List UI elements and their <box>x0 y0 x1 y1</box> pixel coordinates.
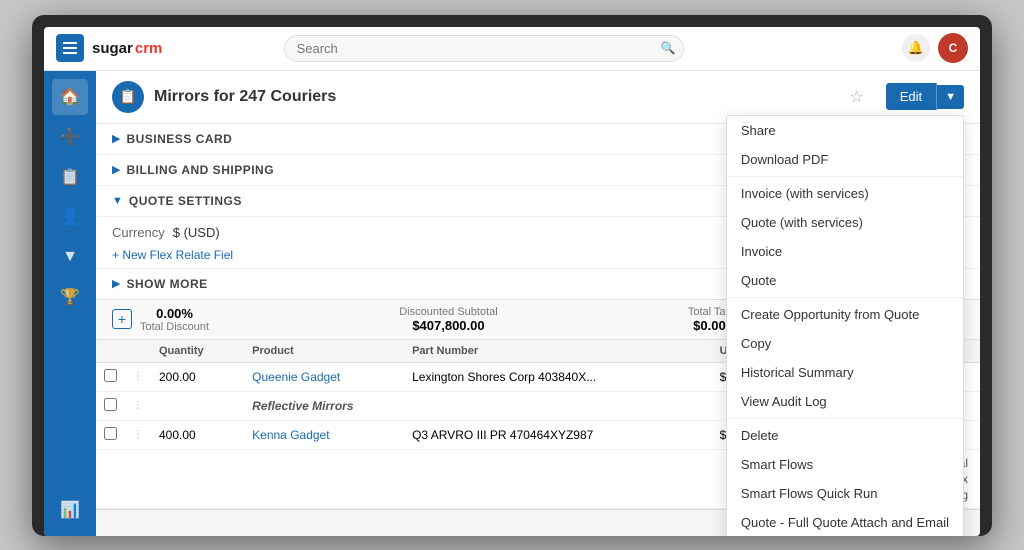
hamburger-button[interactable] <box>56 34 84 62</box>
user-avatar-button[interactable]: C <box>938 33 968 63</box>
add-line-group-button[interactable]: + <box>112 309 132 329</box>
row1-drag: ⋮ <box>125 362 151 391</box>
favorite-star-icon[interactable]: ☆ <box>849 87 863 107</box>
dropdown-item-smart-flows[interactable]: Smart Flows <box>727 450 963 479</box>
currency-label: Currency <box>112 225 165 240</box>
row3-part-number: Q3 ARVRO III PR 470464XYZ987 <box>404 420 712 449</box>
total-discount-cell: 0.00% Total Discount <box>140 306 209 333</box>
chevron-down-icon: ▼ <box>112 195 123 207</box>
dropdown-item-quote-full[interactable]: Quote - Full Quote Attach and Email <box>727 508 963 536</box>
sidebar-item-accounts[interactable]: 📋 <box>52 159 88 195</box>
monitor-frame: sugarcrm 🔍 🔔 C 🏠 ➕ 📋 👤 ▼ 🏆 📊 <box>32 15 992 536</box>
content-area: 📋 Mirrors for 247 Couriers ☆ Edit ▼ ▶ BU… <box>96 71 980 536</box>
edit-button-group: Edit ▼ <box>886 83 964 110</box>
dropdown-menu: Share Download PDF Invoice (with service… <box>726 115 964 536</box>
row3-product: Kenna Gadget <box>244 420 404 449</box>
row3-checkbox[interactable] <box>96 420 125 449</box>
dropdown-item-smart-flows-quick-run[interactable]: Smart Flows Quick Run <box>727 479 963 508</box>
search-input[interactable] <box>284 35 684 62</box>
sidebar-item-add[interactable]: ➕ <box>52 119 88 155</box>
quote-settings-label: QUOTE SETTINGS <box>129 194 242 208</box>
row3-drag: ⋮ <box>125 420 151 449</box>
page-title: Mirrors for 247 Couriers <box>154 88 336 106</box>
dropdown-item-share[interactable]: Share <box>727 116 963 145</box>
sidebar-item-filter[interactable]: ▼ <box>52 239 88 275</box>
row3-quantity: 400.00 <box>151 420 244 449</box>
dropdown-item-delete[interactable]: Delete <box>727 421 963 450</box>
row1-product-link[interactable]: Queenie Gadget <box>252 370 340 384</box>
business-card-label: BUSINESS CARD <box>126 132 232 146</box>
sidebar-item-home[interactable]: 🏠 <box>52 79 88 115</box>
sidebar-item-reports[interactable]: 📊 <box>52 492 88 528</box>
top-nav: sugarcrm 🔍 🔔 C <box>44 27 980 71</box>
dropdown-item-invoice-services[interactable]: Invoice (with services) <box>727 179 963 208</box>
row2-checkbox[interactable] <box>96 391 125 420</box>
dropdown-item-historical[interactable]: Historical Summary <box>727 358 963 387</box>
chevron-right-icon-3: ▶ <box>112 277 120 290</box>
show-more-label: SHOW MORE <box>126 277 207 291</box>
row3-product-link[interactable]: Kenna Gadget <box>252 428 329 442</box>
dropdown-divider-1 <box>727 176 963 177</box>
dropdown-divider-2 <box>727 297 963 298</box>
total-tax-amount: $0.00 <box>688 318 731 333</box>
dropdown-divider-3 <box>727 418 963 419</box>
discounted-subtotal-label: Discounted Subtotal <box>399 306 497 318</box>
search-bar: 🔍 <box>284 35 684 62</box>
discounted-subtotal-amount: $407,800.00 <box>399 318 497 333</box>
row1-part-number: Lexington Shores Corp 403840X... <box>404 362 712 391</box>
sidebar: 🏠 ➕ 📋 👤 ▼ 🏆 📊 <box>44 71 96 536</box>
sidebar-item-trophy[interactable]: 🏆 <box>52 279 88 315</box>
dropdown-item-invoice[interactable]: Invoice <box>727 237 963 266</box>
total-discount-label: Total Discount <box>140 321 209 333</box>
dropdown-item-quote-services[interactable]: Quote (with services) <box>727 208 963 237</box>
page-icon: 📋 <box>112 81 144 113</box>
row1-checkbox[interactable] <box>96 362 125 391</box>
dropdown-item-copy[interactable]: Copy <box>727 329 963 358</box>
logo-crm-text: crm <box>135 40 163 57</box>
dropdown-item-quote[interactable]: Quote <box>727 266 963 295</box>
main-layout: 🏠 ➕ 📋 👤 ▼ 🏆 📊 📋 Mirrors for 247 Couriers… <box>44 71 980 536</box>
row2-quantity <box>151 391 244 420</box>
flex-relate-link[interactable]: + New Flex Relate Fiel <box>112 248 233 262</box>
logo-sugar-text: sugar <box>92 40 133 57</box>
th-part-number: Part Number <box>404 340 712 363</box>
th-checkbox <box>96 340 125 363</box>
th-drag <box>125 340 151 363</box>
th-quantity: Quantity <box>151 340 244 363</box>
chevron-right-icon: ▶ <box>112 132 120 145</box>
logo: sugarcrm <box>92 40 162 57</box>
monitor-screen: sugarcrm 🔍 🔔 C 🏠 ➕ 📋 👤 ▼ 🏆 📊 <box>44 27 980 536</box>
row2-drag: ⋮ <box>125 391 151 420</box>
dropdown-item-download-pdf[interactable]: Download PDF <box>727 145 963 174</box>
billing-shipping-label: BILLING AND SHIPPING <box>126 163 274 177</box>
currency-value: $ (USD) <box>173 225 220 240</box>
chevron-right-icon-2: ▶ <box>112 163 120 176</box>
total-tax-cell: Total Tax $0.00 <box>688 306 731 333</box>
nav-right: 🔔 C <box>902 33 968 63</box>
edit-button[interactable]: Edit <box>886 83 937 110</box>
total-discount-pct: 0.00% <box>140 306 209 321</box>
row1-product: Queenie Gadget <box>244 362 404 391</box>
dropdown-item-create-opp[interactable]: Create Opportunity from Quote <box>727 300 963 329</box>
total-tax-label: Total Tax <box>688 306 731 318</box>
th-product: Product <box>244 340 404 363</box>
notification-icon-button[interactable]: 🔔 <box>902 34 930 62</box>
sidebar-item-contacts[interactable]: 👤 <box>52 199 88 235</box>
search-icon: 🔍 <box>661 41 676 55</box>
edit-dropdown-button[interactable]: ▼ <box>937 85 964 109</box>
dropdown-item-audit-log[interactable]: View Audit Log <box>727 387 963 416</box>
discounted-subtotal-cell: Discounted Subtotal $407,800.00 <box>399 306 497 333</box>
row1-quantity: 200.00 <box>151 362 244 391</box>
